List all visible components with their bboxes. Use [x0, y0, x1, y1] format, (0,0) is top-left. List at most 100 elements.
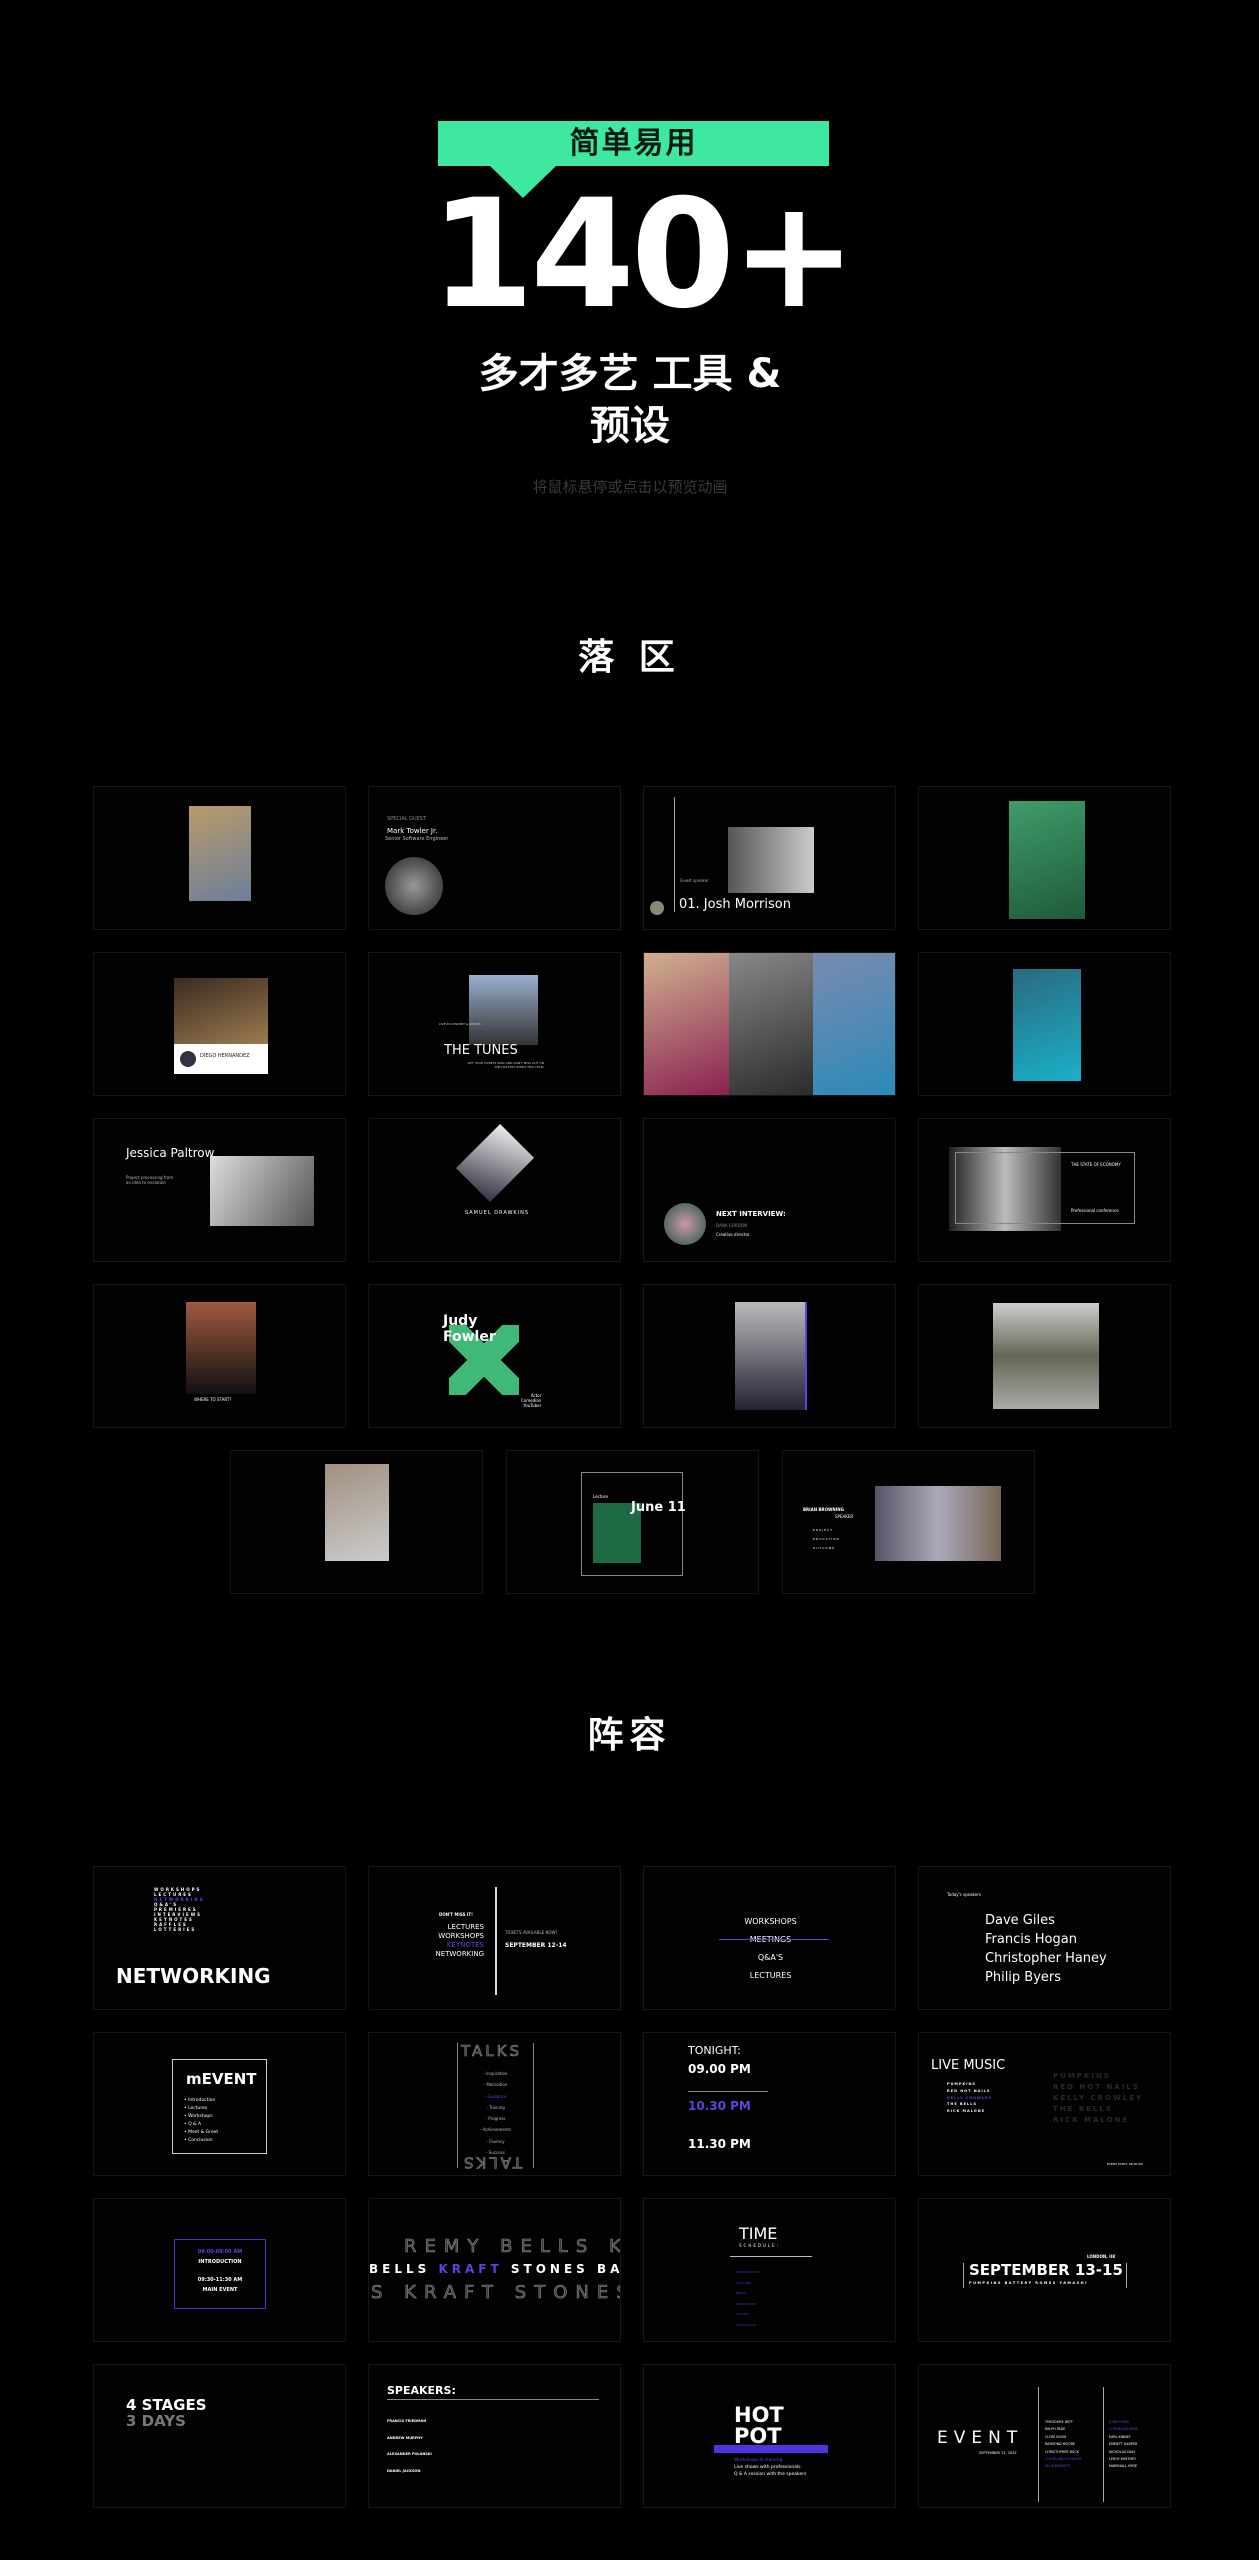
preset-card[interactable]: DIEGO HERNANDEZ: [93, 952, 346, 1096]
list-item-list: - Inspiration - Motivation - Guidance - Tra…: [457, 2068, 534, 2158]
preset-card[interactable]: HOT POT Workshops & training Live shows wi…: [643, 2364, 896, 2508]
title: HOT POT: [734, 2405, 784, 2447]
photo: [189, 806, 251, 901]
preset-card[interactable]: [918, 952, 1171, 1096]
preset-card[interactable]: mEVENT • Introduction • Lectures • Worksho…: [93, 2032, 346, 2176]
preset-card[interactable]: LIVE MUSIC PUMPKINS RED HOT NAILS KELLY CR…: [918, 2032, 1171, 2176]
diamond-photo: [455, 1123, 535, 1203]
hover-hint: 将鼠标悬停或点击以预览动画: [532, 478, 728, 496]
preset-card[interactable]: Lecture June 11: [506, 1450, 759, 1594]
list-item: • Meet & Greet: [184, 2130, 219, 2135]
preset-card[interactable]: [918, 786, 1171, 930]
date: June 11: [631, 1500, 686, 1515]
preset-card[interactable]: WORKSHOPS LECTURES NETWORKING Q&A'S PREMIERE…: [93, 1866, 346, 2010]
photo: [644, 953, 729, 1095]
preset-card[interactable]: SAMUEL DRAWKINS: [368, 1118, 621, 1262]
photo: [728, 827, 814, 893]
preset-card[interactable]: LONDON, UK SEPTEMBER 13-15 PUMPKINS BATT…: [918, 2198, 1171, 2342]
preset-card[interactable]: 4 STAGES 3 DAYS: [93, 2364, 346, 2508]
preset-card[interactable]: BRIAN BROWNING SPEAKER PROJECT EDUCATION O…: [782, 1450, 1035, 1594]
preset-card[interactable]: 08:00-09:00 AM INTRODUCTION 09:30-11:30 …: [93, 2198, 346, 2342]
title: SPEAKERS:: [387, 2384, 456, 2397]
time: 11.30 PM: [688, 2137, 751, 2151]
event: MAIN EVENT: [202, 2287, 238, 2293]
preset-card[interactable]: LIVE IN CONCERT & SHOWS THE TUNES GET YO…: [368, 952, 621, 1096]
schedule: 08:00-09:00 AM INTRODUCTION 09:30-11:30 …: [180, 2247, 260, 2295]
list-item: - Achievements: [479, 2127, 512, 2133]
list-item: - Progress: [485, 2116, 506, 2122]
name: CLEVELAND SCHAFER: [1045, 2457, 1082, 2462]
act: THE BELLS: [947, 2102, 977, 2107]
photo: [875, 1486, 1001, 1561]
list-item: • Introduction: [184, 2098, 216, 2103]
photo: [1009, 801, 1085, 919]
preset-card[interactable]: WHERE TO START?: [93, 1284, 346, 1428]
preset-card[interactable]: TONIGHT: 09.00 PM 10.30 PM 11.30 PM: [643, 2032, 896, 2176]
preset-card[interactable]: EVENT SEPTEMBER 13, 2022 THEODORE WITT RA…: [918, 2364, 1171, 2508]
preset-card[interactable]: REMY BELLS K BELLS KRAFT STONES BAT S KR…: [368, 2198, 621, 2342]
preset-card[interactable]: SPECIAL GUEST Mark Towler Jr. Senior Sof…: [368, 786, 621, 930]
name: Judy: [443, 1313, 478, 1329]
section-title-lineup: 阵容: [587, 1715, 672, 1756]
name: ELLIS BARRETT: [1045, 2464, 1071, 2469]
subtitle-line: 多才多艺 工具 &: [478, 351, 782, 397]
hero-badge: 简单易用: [438, 121, 829, 166]
list-item: - Guidance: [484, 2093, 507, 2099]
subtitle: SCHEDULE:: [739, 2243, 780, 2248]
list-item: WORKSHOPS: [744, 1917, 797, 1926]
list-item: Live shows with professionals: [734, 2465, 801, 2470]
act-shadow: THE BELLS: [1053, 2105, 1113, 2113]
act: RICK MALONE: [947, 2109, 986, 2114]
list-item: MEETINGS: [644, 1931, 895, 1949]
preset-card[interactable]: [93, 786, 346, 930]
divider: [495, 1887, 497, 1995]
preset-card[interactable]: Guest speaker 01. Josh Morrison: [643, 786, 896, 930]
preset-card[interactable]: Judy Fowler Actor Comedian YouTuber: [368, 1284, 621, 1428]
role-list: Actor Comedian YouTuber: [521, 1393, 541, 1408]
act-shadow: RICK MALONE: [1053, 2116, 1130, 2124]
preset-card[interactable]: TALKS - Inspiration - Motivation - Guidanc…: [368, 2032, 621, 2176]
preset-card[interactable]: Today's speakers Dave Giles Francis Hogan…: [918, 1866, 1171, 2010]
preset-card[interactable]: SPEAKERS: FRANCIS FRIEDMAN ANDREW MURPHY A…: [368, 2364, 621, 2508]
title: THE STATE OF ECONOMY: [1071, 1162, 1121, 1167]
name: DANA GORDON: [716, 1223, 747, 1228]
list-item: - Training: [486, 2104, 505, 2110]
preset-card[interactable]: [918, 1284, 1171, 1428]
location: LONDON, UK: [1087, 2254, 1116, 2259]
list-item: LOTTERIES: [154, 1927, 197, 1932]
list-item: - Motivation: [483, 2082, 508, 2088]
highlight: KRAFT: [438, 2262, 503, 2276]
label: Lecture: [593, 1494, 608, 1499]
list-item: Q&A'S: [757, 1953, 784, 1962]
photo: [1013, 969, 1081, 1081]
speaker-name: Mark Towler Jr.: [387, 827, 438, 835]
preset-card[interactable]: [230, 1450, 483, 1594]
preset-card[interactable]: DON'T MISS IT! LECTURES WORKSHOPS KEYNOTES…: [368, 1866, 621, 2010]
name: CORNELIUS KERR: [1109, 2427, 1138, 2432]
title-line: HOT: [734, 2403, 784, 2427]
preset-card[interactable]: THE STATE OF ECONOMY Professional confer…: [918, 1118, 1171, 1262]
list-item: - Fluency: [486, 2138, 505, 2144]
preset-card[interactable]: WORKSHOPS MEETINGS Q&A'S LECTURES: [643, 1866, 896, 2010]
preset-card[interactable]: [643, 952, 896, 1096]
preset-card[interactable]: [643, 1284, 896, 1428]
title: THE TUNES: [444, 1043, 518, 1058]
preset-card[interactable]: NEXT INTERVIEW: DANA GORDON Creative dir…: [643, 1118, 896, 1262]
list-item: WORKSHOPS: [438, 1932, 484, 1940]
preset-card[interactable]: TIME SCHEDULE: INTRODUCTION LECTURES BREAK…: [643, 2198, 896, 2342]
title: mEVENT: [186, 2070, 257, 2088]
speaker-name: Jessica Paltrow: [126, 1146, 215, 1160]
role: SPEAKER: [835, 1514, 854, 1519]
speaker-name: Philip Byers: [985, 1970, 1062, 1985]
preset-card[interactable]: Jessica Paltrow Project processing from …: [93, 1118, 346, 1262]
title: TALKS: [461, 2042, 522, 2060]
act-shadow: RED HOT NAILS: [1053, 2083, 1140, 2091]
avatar: [664, 1203, 706, 1245]
hero-count: 140+: [430, 168, 857, 342]
speaker-name: FRANCIS FRIEDMAN: [387, 2419, 427, 2423]
act: PUMPKINS: [947, 2082, 976, 2086]
act-list: PUMPKINS RED HOT NAILS KELLY CROWLEY THE BE…: [947, 2081, 992, 2115]
name: LEROY WHITNEY: [1109, 2457, 1136, 2462]
speaker-name: DANIEL JACKSON: [387, 2468, 421, 2473]
act-shadow-list: PUMPKINS RED HOT NAILS KELLY CROWLEY THE BE…: [1053, 2071, 1143, 2126]
